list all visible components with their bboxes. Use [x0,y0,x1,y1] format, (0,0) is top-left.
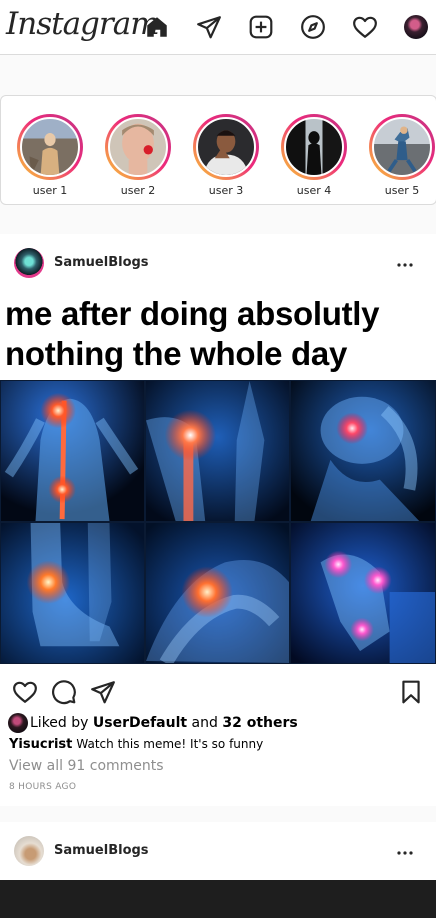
share-send-icon[interactable] [90,679,116,705]
likes-middle: and [191,715,218,731]
view-all-comments-link[interactable]: View all 91 comments [9,758,164,774]
post-author-avatar[interactable] [14,248,44,278]
story-ring [17,114,83,180]
post-timestamp: 8 HOURS AGO [9,782,77,792]
more-options-icon[interactable] [396,256,414,268]
feed-post: SamuelBlogs [0,822,436,918]
post-actions [0,679,436,705]
activity-heart-icon[interactable] [352,14,378,40]
full-body-pain-panel [290,522,436,664]
new-post-icon[interactable] [248,14,274,40]
story-ring [281,114,347,180]
comment-bubble-icon[interactable] [51,679,77,705]
story-item[interactable]: user 3 [193,114,259,197]
post-caption: Yisucrist Watch this meme! It's so funny [9,737,263,752]
story-username: user 4 [296,184,332,197]
meme-caption-line: me after doing absolutly [5,295,380,332]
hand-pain-panel [145,522,290,664]
liker-avatar [8,713,28,733]
direct-send-icon[interactable] [196,14,222,40]
story-avatar [284,117,344,177]
post-author-username[interactable]: SamuelBlogs [54,255,149,270]
feed-post: SamuelBlogs me after doing absolutly not… [0,234,436,806]
like-heart-icon[interactable] [12,679,38,705]
meme-caption-text: me after doing absolutly nothing the who… [5,294,379,374]
stories-tray: user 1 user 2 user 3 user 4 user 5 [0,95,436,205]
instagram-logo[interactable]: Instagram [6,6,160,42]
more-options-icon[interactable] [396,844,414,856]
post-header: SamuelBlogs [0,234,436,292]
story-username: user 1 [32,184,68,197]
home-icon[interactable] [144,14,170,40]
explore-compass-icon[interactable] [300,14,326,40]
knee-pain-panel [145,380,290,522]
story-avatar [20,117,80,177]
story-avatar [196,117,256,177]
story-item[interactable]: user 2 [105,114,171,197]
meme-pain-grid [0,380,436,664]
story-ring [105,114,171,180]
save-bookmark-icon[interactable] [398,679,424,705]
story-item[interactable]: user 1 [17,114,83,197]
post-header: SamuelBlogs [0,822,436,880]
story-ring [193,114,259,180]
likes-summary[interactable]: Liked by UserDefault and 32 others [8,712,298,734]
likes-user[interactable]: UserDefault [93,715,187,731]
back-pain-panel [0,380,145,522]
post-author-username[interactable]: SamuelBlogs [54,843,149,858]
story-ring [369,114,435,180]
profile-avatar[interactable] [404,15,428,39]
story-username: user 3 [208,184,244,197]
story-username: user 2 [120,184,156,197]
story-item[interactable]: user 4 [281,114,347,197]
caption-username[interactable]: Yisucrist [9,737,72,752]
ankle-pain-panel [0,522,145,664]
headache-panel [290,380,436,522]
story-item[interactable]: user 5 [369,114,435,197]
story-avatar [108,117,168,177]
likes-others[interactable]: 32 others [222,715,297,731]
post-image[interactable]: me after doing absolutly nothing the who… [0,292,436,664]
post-image[interactable] [0,880,436,918]
top-nav-bar: Instagram [0,0,436,55]
likes-prefix: Liked by [30,715,89,731]
post-author-avatar[interactable] [14,836,44,866]
meme-caption-line: nothing the whole day [5,335,348,372]
story-avatar [372,117,432,177]
story-username: user 5 [384,184,420,197]
caption-text: Watch this meme! It's so funny [76,737,264,751]
